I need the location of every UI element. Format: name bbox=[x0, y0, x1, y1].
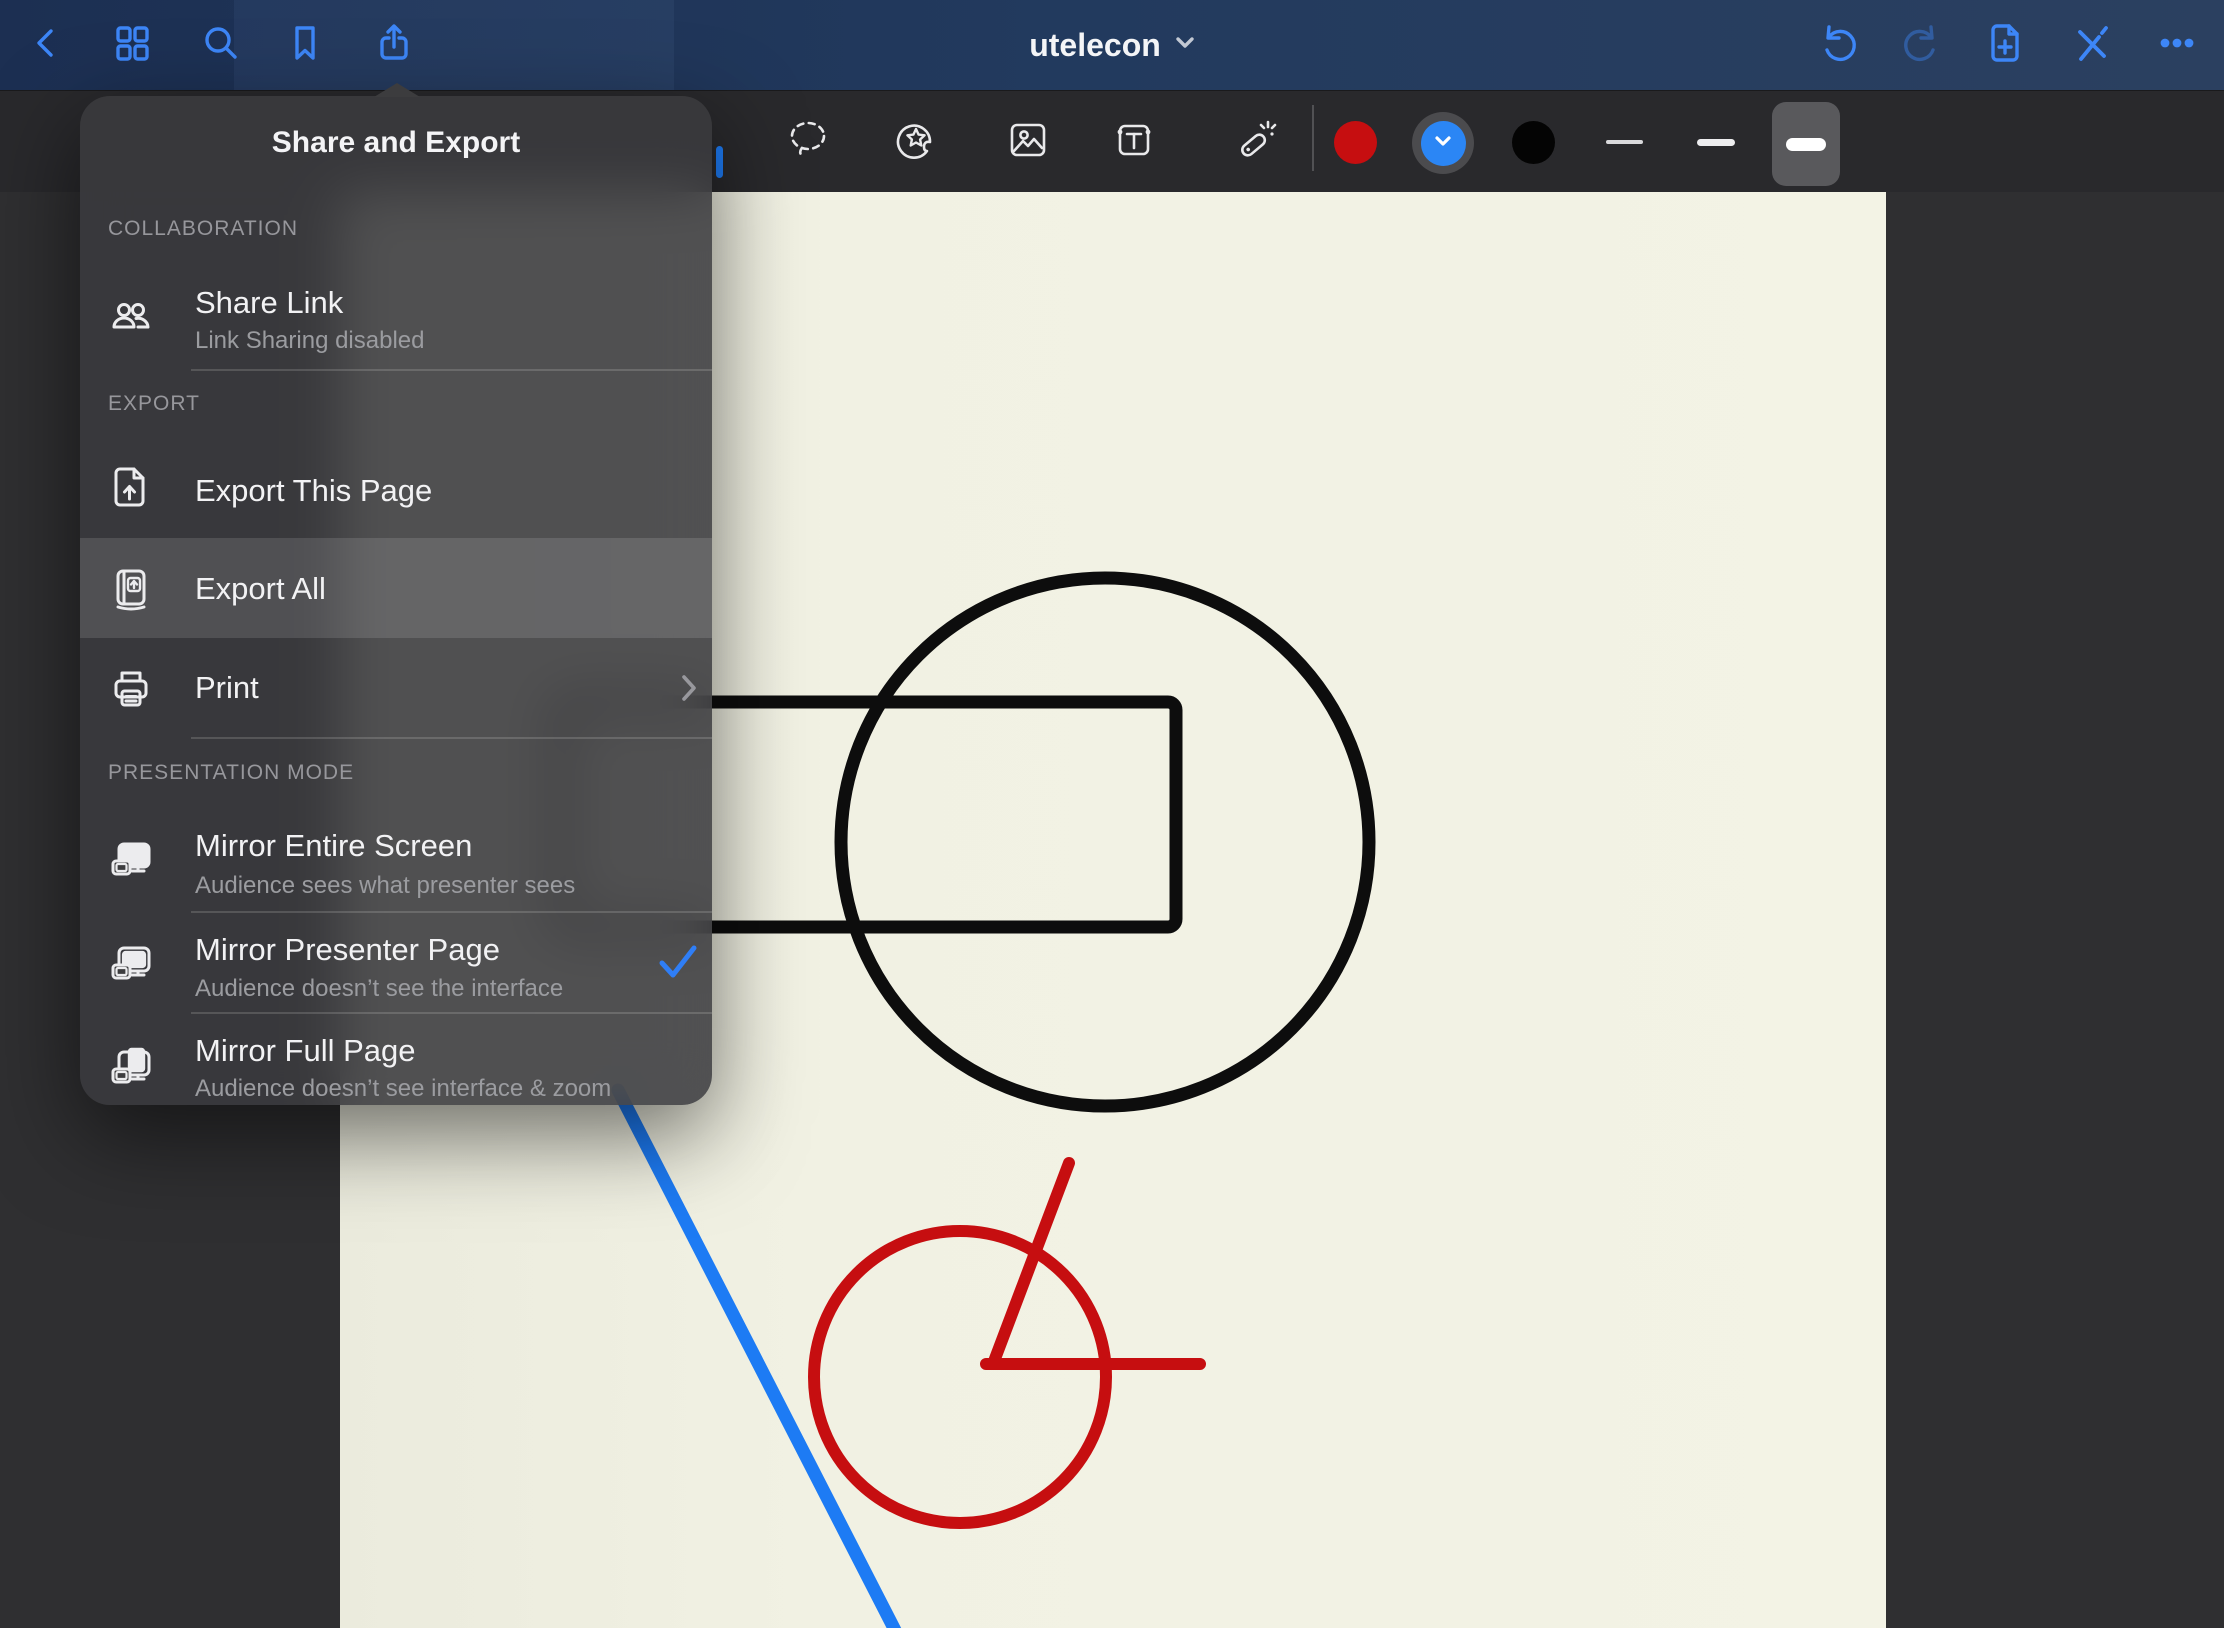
blue-line-shape bbox=[618, 1090, 900, 1628]
hidden-pen-tool-peek[interactable] bbox=[716, 146, 723, 178]
text-tool-button[interactable] bbox=[1106, 114, 1162, 170]
ellipsis-icon bbox=[2155, 21, 2199, 70]
menu-item-mirror-presenter-page[interactable]: Mirror Presenter Page bbox=[195, 931, 500, 968]
popover-title: Share and Export bbox=[80, 126, 712, 160]
popover-arrow bbox=[374, 83, 420, 97]
grid-icon bbox=[110, 21, 154, 70]
image-icon bbox=[1002, 114, 1054, 171]
bookmark-button[interactable] bbox=[282, 22, 328, 68]
red-circle-shape bbox=[814, 1231, 1106, 1523]
mirror-entire-screen-icon bbox=[107, 836, 155, 884]
back-button[interactable] bbox=[23, 22, 69, 68]
color-swatch-blue bbox=[1421, 121, 1466, 166]
thumbnails-button[interactable] bbox=[109, 22, 155, 68]
menu-divider bbox=[191, 737, 712, 739]
bookmark-icon bbox=[283, 21, 327, 70]
section-header-presentation-mode: PRESENTATION MODE bbox=[108, 761, 354, 785]
export-page-icon bbox=[107, 463, 155, 511]
add-page-icon bbox=[1984, 21, 2028, 70]
document-title: utelecon bbox=[1029, 27, 1161, 64]
mirror-full-page-icon bbox=[107, 1044, 155, 1092]
section-header-export: EXPORT bbox=[108, 392, 200, 416]
share-export-popover: Share and Export COLLABORATION Share Lin… bbox=[80, 96, 712, 1105]
mirror-presenter-page-description: Audience doesn’t see the interface bbox=[195, 975, 563, 1003]
laser-pointer-tool-button[interactable] bbox=[1226, 114, 1282, 170]
toolbar-divider bbox=[1312, 105, 1314, 171]
menu-item-mirror-entire-screen[interactable]: Mirror Entire Screen bbox=[195, 827, 472, 864]
text-icon bbox=[1108, 114, 1160, 171]
mirror-entire-screen-description: Audience sees what presenter sees bbox=[195, 872, 575, 900]
undo-icon bbox=[1816, 21, 1860, 70]
laser-pointer-icon bbox=[1228, 114, 1280, 171]
menu-item-export-all[interactable]: Export All bbox=[195, 570, 326, 607]
mirror-full-page-description: Audience doesn’t see interface & zoom bbox=[195, 1075, 611, 1103]
chevron-down-icon bbox=[1175, 36, 1195, 55]
search-icon bbox=[198, 21, 242, 70]
chevron-down-icon bbox=[1434, 134, 1452, 152]
lasso-tool-button[interactable] bbox=[780, 114, 836, 170]
section-header-collaboration: COLLABORATION bbox=[108, 217, 298, 241]
document-title-button[interactable]: utelecon bbox=[1012, 0, 1212, 90]
mirror-presenter-page-icon bbox=[107, 940, 155, 988]
shapes-sticker-icon bbox=[890, 114, 942, 171]
share-button[interactable] bbox=[371, 22, 417, 68]
menu-item-share-link[interactable]: Share Link bbox=[195, 284, 343, 321]
thickness-medium-button[interactable] bbox=[1688, 114, 1744, 170]
export-all-book-icon bbox=[107, 564, 155, 612]
menu-divider bbox=[191, 369, 712, 371]
red-angle-shape bbox=[986, 1163, 1200, 1364]
thickness-thin-button[interactable] bbox=[1596, 114, 1652, 170]
insert-image-tool-button[interactable] bbox=[1000, 114, 1056, 170]
search-button[interactable] bbox=[197, 22, 243, 68]
back-chevron-icon bbox=[26, 23, 66, 68]
menu-divider bbox=[191, 911, 712, 913]
share-icon bbox=[372, 21, 416, 70]
menu-item-export-this-page[interactable]: Export This Page bbox=[195, 472, 432, 509]
color-swatch-red[interactable] bbox=[1334, 121, 1377, 164]
black-circle-shape bbox=[841, 578, 1369, 1106]
top-navigation-bar: utelecon bbox=[0, 0, 2224, 90]
share-link-status: Link Sharing disabled bbox=[195, 327, 425, 355]
color-swatch-blue-selected[interactable] bbox=[1412, 112, 1474, 174]
redo-button[interactable] bbox=[1899, 22, 1945, 68]
thickness-thick-button-selected[interactable] bbox=[1772, 102, 1840, 186]
add-page-button[interactable] bbox=[1983, 22, 2029, 68]
selected-row-highlight bbox=[80, 538, 712, 638]
undo-button[interactable] bbox=[1815, 22, 1861, 68]
menu-item-print[interactable]: Print bbox=[195, 669, 259, 706]
pen-slash-icon bbox=[2069, 21, 2113, 70]
menu-divider bbox=[191, 1012, 712, 1014]
color-swatch-black[interactable] bbox=[1512, 121, 1555, 164]
checkmark-icon bbox=[658, 944, 698, 985]
share-link-people-icon bbox=[107, 294, 155, 342]
menu-item-mirror-full-page[interactable]: Mirror Full Page bbox=[195, 1032, 416, 1069]
printer-icon bbox=[107, 665, 155, 713]
lasso-icon bbox=[782, 114, 834, 171]
chevron-right-icon bbox=[681, 674, 697, 707]
stop-editing-button[interactable] bbox=[2068, 22, 2114, 68]
more-button[interactable] bbox=[2154, 22, 2200, 68]
shapes-tool-button[interactable] bbox=[888, 114, 944, 170]
redo-icon bbox=[1900, 21, 1944, 70]
